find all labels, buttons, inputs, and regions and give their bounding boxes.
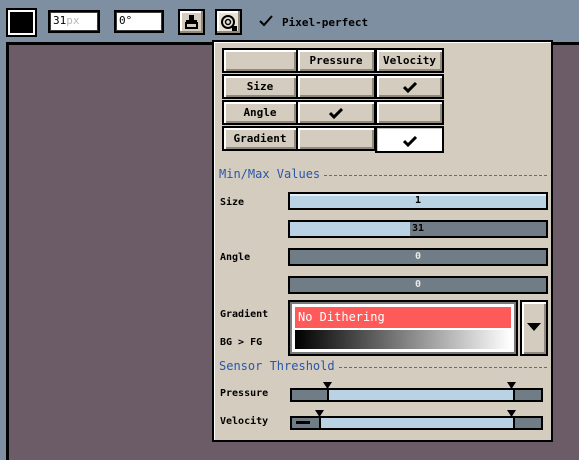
size-min-value: 1	[414, 195, 422, 206]
checkmark-icon	[402, 136, 417, 147]
angle-unit: °	[125, 14, 133, 27]
checkmark-icon	[329, 108, 343, 119]
ink-bottle-icon	[185, 15, 198, 29]
pixel-perfect-checkbox[interactable]	[259, 15, 273, 27]
gradient-selected-option: No Dithering	[295, 307, 511, 328]
gradient-dropdown-button[interactable]	[520, 300, 548, 356]
size-max-value: 31	[411, 223, 425, 234]
dynamics-popup: Pressure Velocity Size Angle Gradient Mi…	[212, 40, 553, 442]
angle-field[interactable]: 0°	[114, 10, 164, 33]
row-label-gradient: Gradient	[222, 126, 298, 151]
color-swatch[interactable]	[6, 8, 37, 37]
column-header-pressure: Pressure	[296, 48, 376, 73]
gradient-label: Gradient	[220, 309, 269, 320]
cell-angle-velocity[interactable]	[375, 100, 444, 125]
cell-angle-pressure[interactable]	[296, 100, 376, 125]
cell-gradient-pressure[interactable]	[296, 126, 376, 151]
min-marker-icon[interactable]	[322, 382, 332, 390]
max-marker-icon[interactable]	[507, 410, 517, 418]
angle-min-slider[interactable]: 0	[288, 248, 548, 266]
cell-size-velocity[interactable]	[375, 74, 444, 99]
brush-size-unit: px	[66, 14, 80, 27]
gradient-preview	[295, 330, 511, 349]
sensor-section-header: Sensor Threshold	[219, 359, 547, 375]
checkmark-icon	[402, 82, 417, 93]
dynamics-icon	[221, 15, 237, 31]
size-max-slider[interactable]: 31	[288, 220, 548, 238]
brush-size-value: 31	[53, 14, 67, 27]
velocity-threshold-slider[interactable]	[290, 410, 543, 430]
angle-max-value: 0	[414, 279, 422, 290]
angle-max-slider[interactable]: 0	[288, 276, 548, 294]
cell-size-pressure[interactable]	[296, 74, 376, 99]
sensor-title: Sensor Threshold	[219, 359, 337, 373]
pixel-perfect-label[interactable]: Pixel-perfect	[282, 16, 368, 29]
angle-value: 0	[119, 14, 126, 27]
minmax-title: Min/Max Values	[219, 167, 323, 181]
gradient-dropdown[interactable]: No Dithering	[288, 300, 518, 356]
minus-icon	[296, 421, 310, 424]
angle-min-value: 0	[414, 251, 422, 262]
dynamics-button[interactable]	[215, 9, 242, 35]
column-header-velocity: Velocity	[375, 48, 444, 73]
size-label: Size	[220, 197, 245, 208]
chevron-down-icon	[527, 323, 541, 331]
table-corner-cell	[222, 48, 298, 73]
pressure-label: Pressure	[220, 388, 269, 399]
pressure-threshold-slider[interactable]	[290, 382, 543, 402]
max-marker-icon[interactable]	[507, 382, 517, 390]
minmax-section-header: Min/Max Values	[219, 167, 547, 183]
gradient-direction-label: BG > FG	[220, 337, 263, 348]
min-marker-icon[interactable]	[315, 410, 325, 418]
ink-button[interactable]	[178, 9, 205, 35]
row-label-angle: Angle	[222, 100, 298, 125]
size-min-slider[interactable]: 1	[288, 192, 548, 210]
brush-size-field[interactable]: 31px	[48, 10, 100, 33]
velocity-label: Velocity	[220, 416, 269, 427]
angle-label: Angle	[220, 252, 251, 263]
row-label-size: Size	[222, 74, 298, 99]
toolbar: 31px 0° Pixel-perfect	[0, 0, 579, 44]
cell-gradient-velocity[interactable]	[375, 126, 444, 153]
